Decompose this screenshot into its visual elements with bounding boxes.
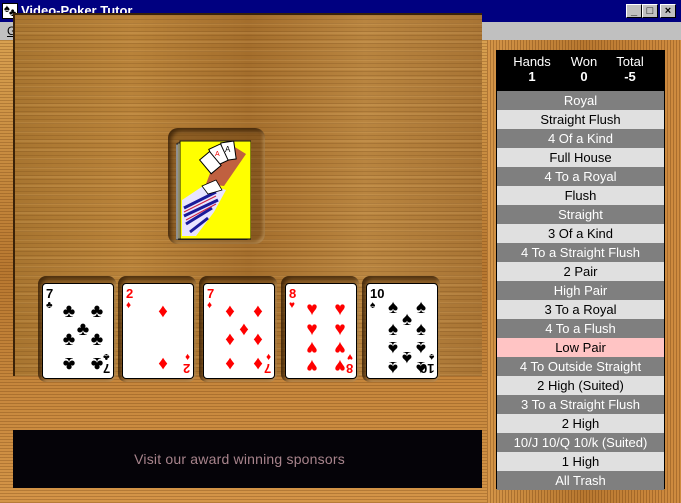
clubs-pip-icon: ♣ [90,301,104,322]
strategy-row: All Trash [497,471,664,490]
won-label: Won [570,54,598,69]
card-2-of-diamonds[interactable]: 2 ♦ 2 ♦ ♦ ♦ [122,283,194,379]
strategy-row: Straight [497,205,664,224]
strategy-row: 1 High [497,452,664,471]
strategy-row: 3 Of a Kind [497,224,664,243]
diamonds-pip-icon: ♦ [253,353,263,374]
strategy-row: 4 To Outside Straight [497,357,664,376]
won-value: 0 [580,69,588,84]
maximize-button[interactable]: □ [642,4,658,18]
diamonds-icon: ♦ [184,351,190,362]
diamonds-icon: ♦ [126,300,132,311]
strategy-row: 4 To a Flush [497,319,664,338]
hearts-pip-icon: ♥ [306,299,318,320]
stats-panel: Hands 1 Won 0 Total -5 [497,51,664,91]
card-rank: 7 [46,286,54,301]
hearts-icon: ♥ [289,300,295,311]
clubs-pip-icon: ♣ [62,301,76,322]
diamonds-pip-icon: ♦ [225,301,235,322]
strategy-row: Straight Flush [497,110,664,129]
close-icon: × [664,5,672,17]
card-7-of-diamonds[interactable]: 7 ♦ 7 ♦ ♦ ♦ ♦ ♦ ♦ ♦ ♦ [203,283,275,379]
strategy-row: High Pair [497,281,664,300]
clubs-pip-icon: ♣ [90,353,104,374]
diamonds-pip-icon: ♦ [253,329,263,350]
close-button[interactable]: × [660,4,676,18]
total-value: -5 [624,69,636,84]
hearts-pip-icon: ♥ [334,299,346,320]
strategy-row: 2 Pair [497,262,664,281]
strategy-row: 10/J 10/Q 10/k (Suited) [497,433,664,452]
spades-pip-icon: ♠ [415,357,427,378]
hands-value: 1 [528,69,536,84]
strategy-row: 2 High [497,414,664,433]
hearts-pip-icon: ♥ [306,355,318,376]
clubs-pip-icon: ♣ [62,329,76,350]
clubs-pip-icon: ♣ [62,353,76,374]
stat-total: Total -5 [605,54,655,85]
diamonds-pip-icon: ♦ [253,301,263,322]
sponsor-text: Visit our award winning sponsors [134,451,345,467]
minimize-icon: _ [630,5,638,17]
svg-text:A: A [225,145,231,154]
total-label: Total [616,54,644,69]
strategy-panel: Hands 1 Won 0 Total -5 Royal Straight Flu… [496,50,665,490]
card-rank: 2 [126,286,134,301]
strategy-row: Low Pair [497,338,664,357]
strategy-row: Royal [497,91,664,110]
strategy-row: Flush [497,186,664,205]
clubs-pip-icon: ♣ [90,329,104,350]
spades-pip-icon: ♠ [387,357,399,378]
strategy-row: 4 Of a Kind [497,129,664,148]
strategy-row: 2 High (Suited) [497,376,664,395]
clubs-icon: ♣ [46,300,53,311]
minimize-button[interactable]: _ [626,4,642,18]
strategy-row: 4 To a Royal [497,167,664,186]
card-rank: 8 [289,286,297,301]
diamonds-pip-icon: ♦ [158,301,168,322]
stat-hands: Hands 1 [507,54,557,85]
strategy-row: 4 To a Straight Flush [497,243,664,262]
strategy-row: 3 To a Royal [497,300,664,319]
hearts-pip-icon: ♥ [334,355,346,376]
maximize-icon: □ [646,5,654,17]
svg-text:A: A [215,151,220,158]
card-rank: 7 [207,286,215,301]
strategy-row: 3 To a Straight Flush [497,395,664,414]
diamonds-pip-icon: ♦ [225,353,235,374]
strategy-row: Full House [497,148,664,167]
diamonds-pip-icon: ♦ [158,353,168,374]
card-7-of-clubs[interactable]: 7 ♣ 7 ♣ ♣ ♣ ♣ ♣ ♣ ♣ ♣ [42,283,114,379]
card-10-of-spades[interactable]: 10 ♠ 10 ♠ ♠ ♠ ♠ ♠ ♠ ♠ ♠ ♠ ♠ ♠ [366,283,438,379]
diamonds-pip-icon: ♦ [225,329,235,350]
diamonds-icon: ♦ [207,300,213,311]
hands-label: Hands [513,54,551,69]
strategy-list: Royal Straight Flush 4 Of a Kind Full House… [497,91,664,490]
card-deck-back-icon[interactable]: A A [176,140,251,240]
sponsor-banner[interactable]: Visit our award winning sponsors [13,430,482,488]
card-8-of-hearts[interactable]: 8 ♥ 8 ♥ ♥ ♥ ♥ ♥ ♥ ♥ ♥ ♥ [285,283,357,379]
spades-icon: ♠ [370,300,376,311]
card-rank: 2 [182,361,190,376]
stat-won: Won 0 [559,54,609,85]
